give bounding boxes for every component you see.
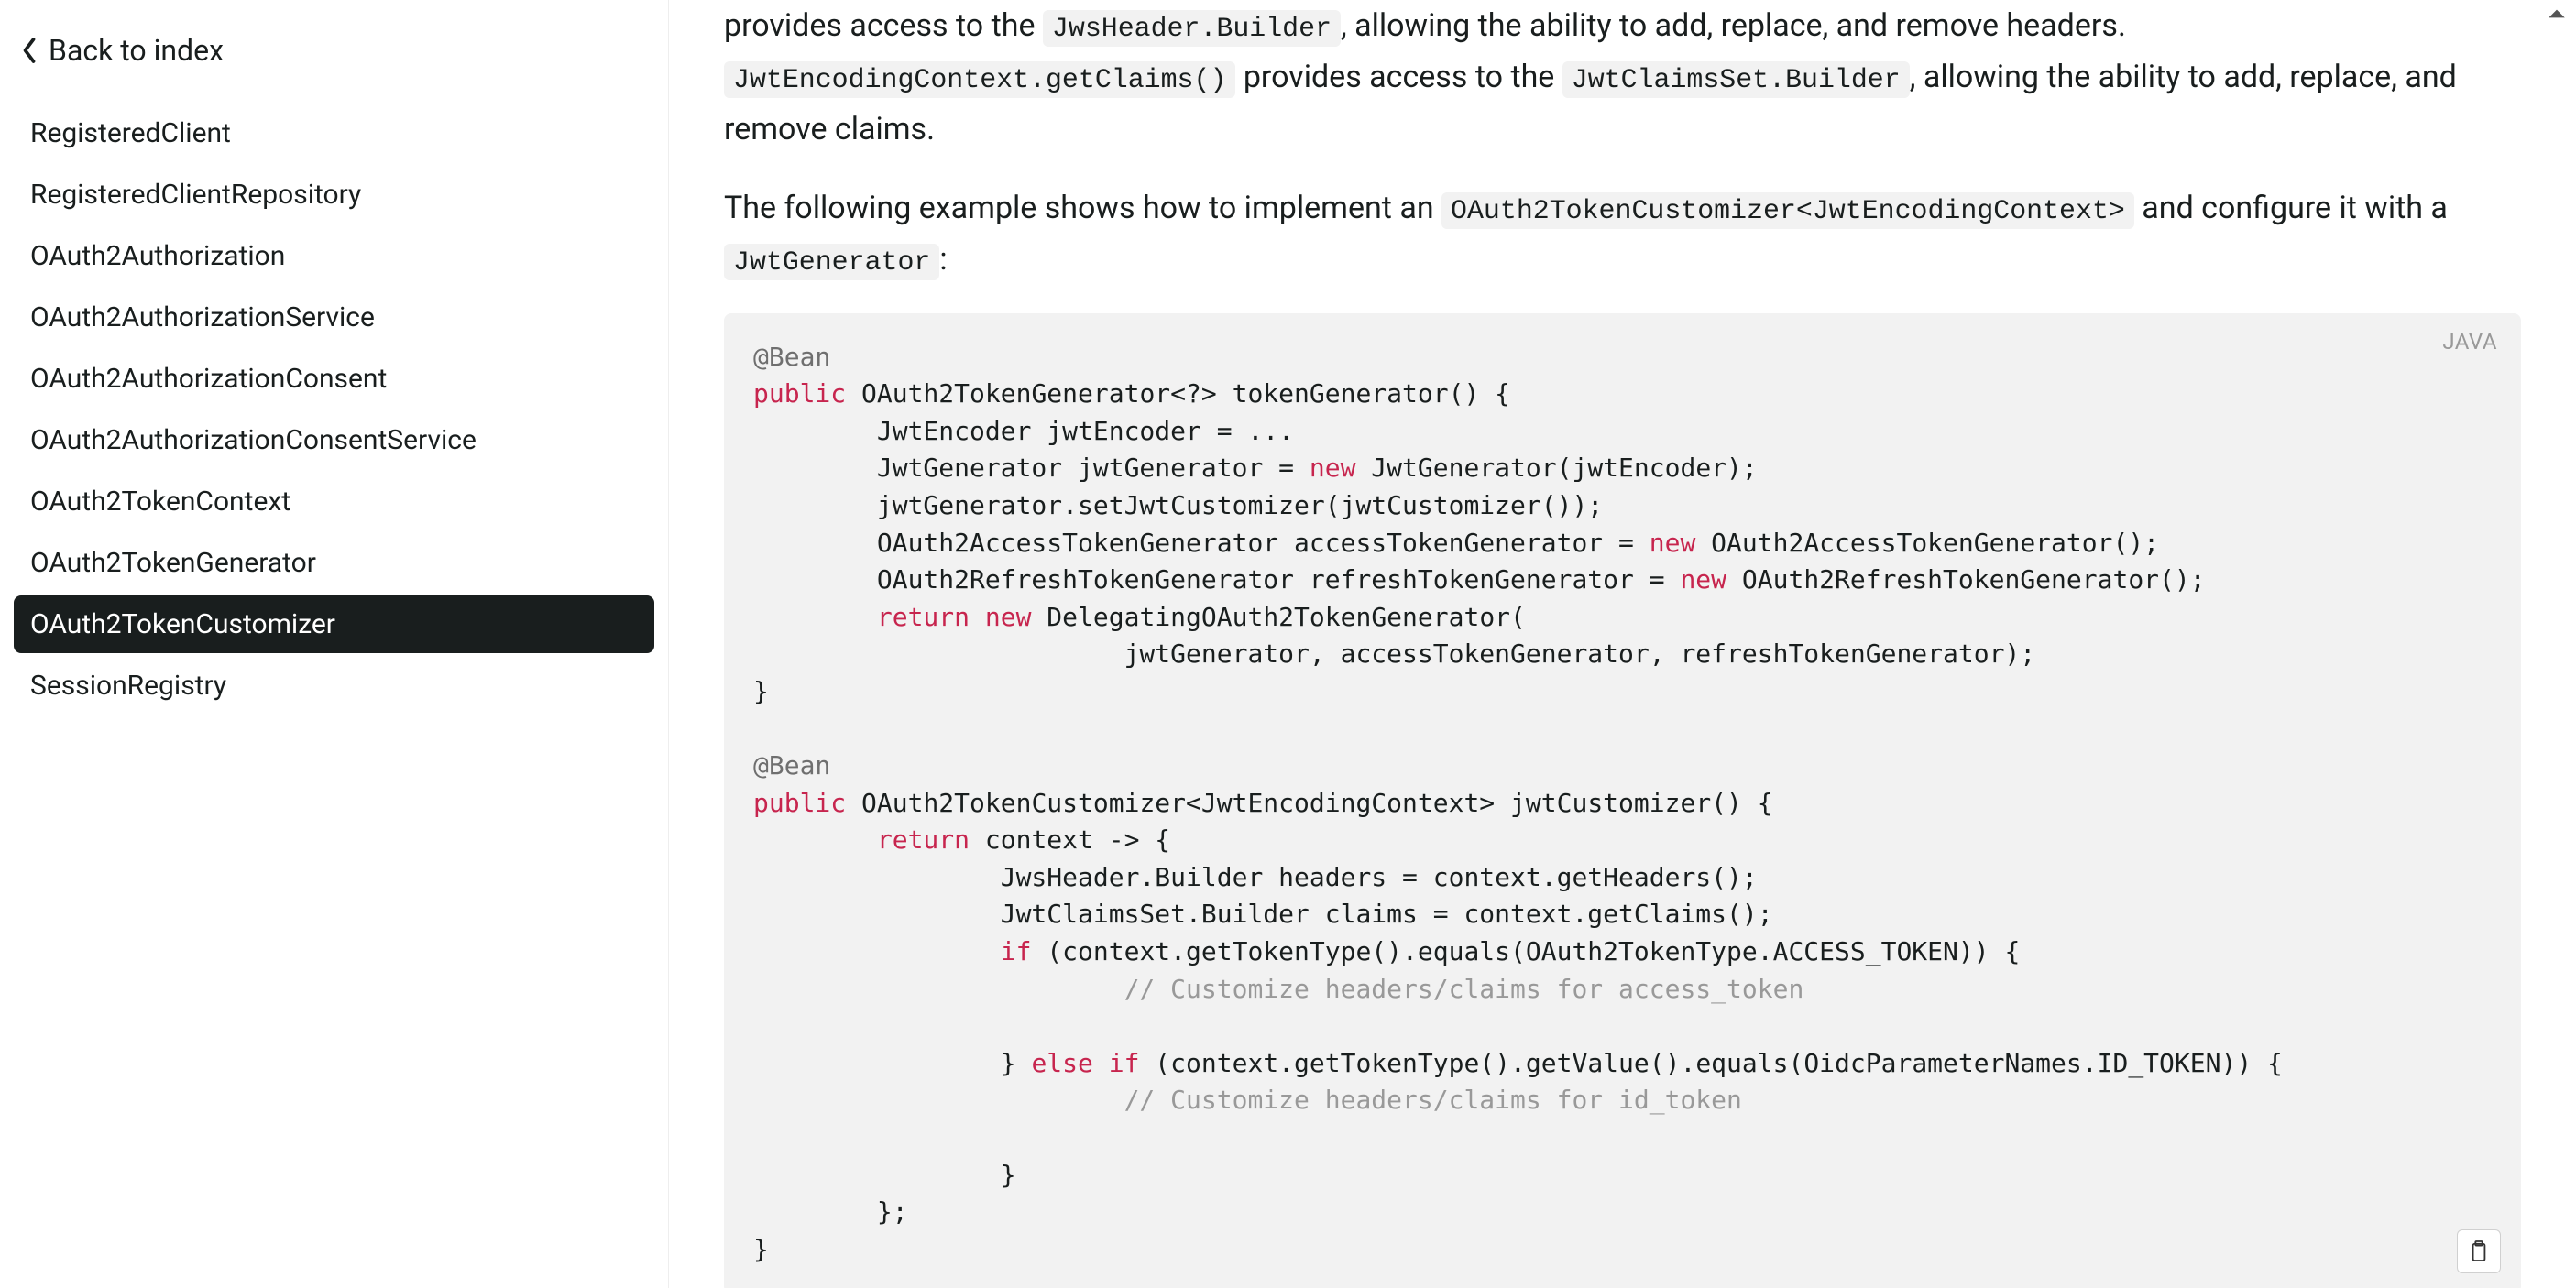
sidebar-item-label: OAuth2TokenCustomizer [30, 608, 335, 640]
text: The following example shows how to imple… [724, 190, 1441, 226]
text: provides access to the [724, 7, 1043, 44]
sidebar-item-oauth2tokencustomizer[interactable]: OAuth2TokenCustomizer [14, 595, 654, 653]
intro-paragraph-2: The following example shows how to imple… [724, 182, 2521, 286]
chevron-left-icon [21, 37, 38, 64]
sidebar-item-label: OAuth2TokenContext [30, 486, 290, 518]
sidebar-item-oauth2authorizationconsentservice[interactable]: OAuth2AuthorizationConsentService [14, 411, 654, 469]
sidebar-item-oauth2authorizationservice[interactable]: OAuth2AuthorizationService [14, 289, 654, 346]
sidebar-item-label: RegisteredClient [30, 117, 231, 149]
sidebar: Back to index RegisteredClient Registere… [0, 0, 669, 1288]
back-to-index-link[interactable]: Back to index [14, 27, 654, 93]
code-block-java: JAVA @Bean public OAuth2TokenGenerator<?… [724, 313, 2521, 1288]
code-language-label: JAVA [2442, 326, 2497, 358]
sidebar-item-registeredclientrepository[interactable]: RegisteredClientRepository [14, 166, 654, 224]
text: , allowing the ability to add, replace, … [1341, 7, 2126, 44]
scroll-up-arrow[interactable] [2543, 7, 2571, 20]
sidebar-item-oauth2tokengenerator[interactable]: OAuth2TokenGenerator [14, 534, 654, 592]
clipboard-icon [2469, 1239, 2489, 1263]
intro-paragraph-1: provides access to the JwsHeader.Builder… [724, 0, 2521, 155]
sidebar-item-label: SessionRegistry [30, 670, 226, 702]
code-content: @Bean public OAuth2TokenGenerator<?> tok… [753, 339, 2492, 1269]
sidebar-item-label: OAuth2Authorization [30, 240, 285, 272]
text: : [939, 241, 947, 278]
back-to-index-label: Back to index [49, 33, 224, 68]
sidebar-item-label: OAuth2AuthorizationService [30, 301, 375, 333]
code-jwtencodingcontext-getclaims: JwtEncodingContext.getClaims() [724, 61, 1235, 98]
main-content: provides access to the JwsHeader.Builder… [669, 0, 2576, 1288]
sidebar-item-label: RegisteredClientRepository [30, 179, 361, 211]
code-jwtclaimsset-builder: JwtClaimsSet.Builder [1562, 61, 1910, 98]
sidebar-item-sessionregistry[interactable]: SessionRegistry [14, 657, 654, 715]
sidebar-item-label: OAuth2TokenGenerator [30, 547, 316, 579]
code-oauth2tokencustomizer-jwtencodingcontext: OAuth2TokenCustomizer<JwtEncodingContext… [1441, 192, 2134, 229]
code-jwsheader-builder: JwsHeader.Builder [1043, 10, 1341, 47]
sidebar-item-label: OAuth2AuthorizationConsentService [30, 424, 477, 456]
text: and configure it with a [2134, 190, 2448, 226]
sidebar-item-oauth2authorizationconsent[interactable]: OAuth2AuthorizationConsent [14, 350, 654, 408]
sidebar-nav: RegisteredClient RegisteredClientReposit… [14, 104, 654, 715]
sidebar-item-label: OAuth2AuthorizationConsent [30, 363, 387, 395]
sidebar-item-oauth2authorization[interactable]: OAuth2Authorization [14, 227, 654, 285]
sidebar-item-oauth2tokencontext[interactable]: OAuth2TokenContext [14, 473, 654, 530]
main-scroll-area[interactable]: provides access to the JwsHeader.Builder… [669, 0, 2576, 1288]
text: provides access to the [1235, 59, 1562, 95]
sidebar-item-registeredclient[interactable]: RegisteredClient [14, 104, 654, 162]
copy-code-button[interactable] [2457, 1229, 2501, 1273]
code-jwtgenerator: JwtGenerator [724, 244, 939, 280]
